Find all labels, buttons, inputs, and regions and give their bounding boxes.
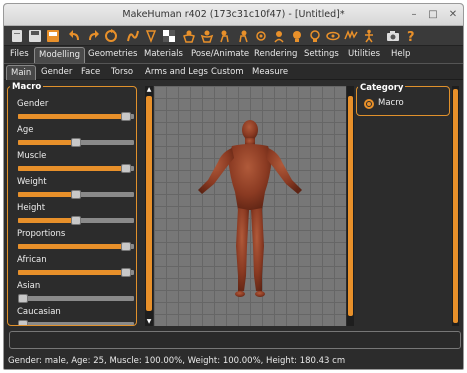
3d-viewport[interactable] <box>154 86 346 326</box>
help-icon[interactable]: ? <box>404 29 418 43</box>
slider-fill <box>18 244 126 249</box>
slider-weight[interactable] <box>18 190 134 199</box>
right-panel-scrollbar[interactable] <box>452 86 459 326</box>
tab-modelling[interactable]: Modelling <box>34 47 86 63</box>
minimize-icon[interactable]: – <box>406 7 422 23</box>
tab-settings[interactable]: Settings <box>300 47 343 63</box>
macro-panel-title: Macro <box>10 82 44 92</box>
slider-handle[interactable] <box>18 294 28 303</box>
slider-label-muscle: Muscle <box>17 151 47 161</box>
slider-proportions[interactable] <box>18 242 134 251</box>
slider-label-proportions: Proportions <box>17 229 66 239</box>
right-view-icon[interactable] <box>236 29 250 43</box>
human-model[interactable] <box>154 86 346 326</box>
slider-handle[interactable] <box>120 242 131 251</box>
skeleton-icon[interactable] <box>362 29 376 43</box>
save-icon[interactable] <box>28 29 42 43</box>
svg-text:?: ? <box>407 30 415 43</box>
hands-icon[interactable] <box>344 29 358 43</box>
subtab-arms-and-legs[interactable]: Arms and Legs <box>141 65 212 80</box>
tab-files[interactable]: Files <box>6 47 33 63</box>
undo-icon[interactable] <box>68 29 82 43</box>
redo-icon[interactable] <box>86 29 100 43</box>
wireframe-icon[interactable] <box>144 29 158 43</box>
window-title: MakeHuman r402 (173c31c10f47) - [Untitle… <box>122 9 345 20</box>
category-option-label: Macro <box>378 98 404 108</box>
viewport-scrollbar[interactable] <box>347 86 354 326</box>
subtab-gender[interactable]: Gender <box>37 65 76 80</box>
slider-handle[interactable] <box>71 138 81 147</box>
smooth-icon[interactable] <box>126 29 140 43</box>
slider-height[interactable] <box>18 216 134 225</box>
slider-handle[interactable] <box>120 268 131 277</box>
slider-caucasian[interactable] <box>18 320 134 325</box>
scroll-down-icon[interactable]: ▼ <box>145 318 153 326</box>
slider-handle[interactable] <box>120 164 131 173</box>
load-icon[interactable] <box>46 29 60 43</box>
slider-fill <box>18 140 76 145</box>
tab-rendering[interactable]: Rendering <box>250 47 301 63</box>
slider-gender[interactable] <box>18 112 134 121</box>
macro-panel: Gender Age Muscle Weight Height Proportions Af… <box>7 86 137 326</box>
slider-label-weight: Weight <box>17 177 47 187</box>
slider-fill <box>18 218 76 223</box>
slider-label-height: Height <box>17 203 46 213</box>
maximize-icon[interactable]: □ <box>425 7 441 23</box>
status-bar: Gender: male, Age: 25, Muscle: 100.00%, … <box>4 353 463 369</box>
category-panel-title: Category <box>358 83 406 93</box>
slider-handle[interactable] <box>120 112 131 121</box>
slider-african[interactable] <box>18 268 134 277</box>
app-window: MakeHuman r402 (173c31c10f47) - [Untitle… <box>3 3 464 370</box>
slider-handle[interactable] <box>71 190 81 199</box>
tab-materials[interactable]: Materials <box>140 47 187 63</box>
tab-pose-animate[interactable]: Pose/Animate <box>187 47 253 63</box>
subtab-torso[interactable]: Torso <box>107 65 137 80</box>
head-side-icon[interactable] <box>308 29 322 43</box>
toolbar: ? <box>4 26 463 46</box>
eye-view-icon[interactable] <box>326 29 340 43</box>
tab-utilities[interactable]: Utilities <box>344 47 384 63</box>
bottom-view-icon[interactable] <box>272 29 286 43</box>
front-view-icon[interactable] <box>182 29 196 43</box>
head-front-icon[interactable] <box>290 29 304 43</box>
new-file-icon[interactable] <box>10 29 24 43</box>
subtab-face[interactable]: Face <box>77 65 104 80</box>
scroll-up-icon[interactable]: ▲ <box>145 86 153 94</box>
slider-handle[interactable] <box>18 320 28 325</box>
left-scrollbar-thumb[interactable] <box>146 96 152 311</box>
reset-icon[interactable] <box>104 29 118 43</box>
slider-fill <box>18 270 126 275</box>
left-view-icon[interactable] <box>218 29 232 43</box>
right-panel-scrollbar-thumb[interactable] <box>453 89 458 323</box>
left-scrollbar[interactable]: ▲ ▼ <box>145 86 153 326</box>
slider-label-gender: Gender <box>17 99 49 109</box>
subtab-custom[interactable]: Custom <box>207 65 248 80</box>
slider-label-caucasian: Caucasian <box>17 307 61 317</box>
progress-bar <box>9 331 461 349</box>
subtab-main[interactable]: Main <box>6 65 37 80</box>
main-menu: Files Modelling Geometries Materials Pos… <box>4 46 463 63</box>
tab-geometries[interactable]: Geometries <box>84 47 141 63</box>
sub-tab-bar: Main Gender Face Torso Arms and Legs Cus… <box>4 63 463 80</box>
background-icon[interactable] <box>162 29 176 43</box>
slider-handle[interactable] <box>71 216 81 225</box>
slider-fill <box>18 166 126 171</box>
slider-label-african: African <box>17 255 47 265</box>
slider-age[interactable] <box>18 138 134 147</box>
slider-fill <box>18 192 76 197</box>
title-bar: MakeHuman r402 (173c31c10f47) - [Untitle… <box>4 4 463 26</box>
slider-fill <box>18 114 126 119</box>
top-view-icon[interactable] <box>254 29 268 43</box>
slider-muscle[interactable] <box>18 164 134 173</box>
slider-asian[interactable] <box>18 294 134 303</box>
tab-help[interactable]: Help <box>387 47 414 63</box>
slider-label-age: Age <box>17 125 34 135</box>
subtab-measure[interactable]: Measure <box>248 65 292 80</box>
slider-label-asian: Asian <box>17 281 41 291</box>
back-view-icon[interactable] <box>200 29 214 43</box>
screenshot-icon[interactable] <box>386 29 400 43</box>
close-icon[interactable]: ✕ <box>445 7 461 23</box>
macro-radio-button[interactable] <box>364 99 374 109</box>
viewport-scrollbar-thumb[interactable] <box>348 96 353 316</box>
